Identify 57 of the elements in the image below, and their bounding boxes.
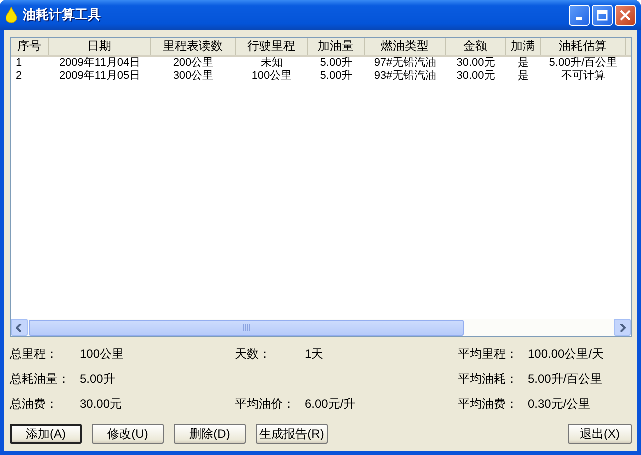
toolbar-button[interactable]: 修改(U): [92, 424, 164, 444]
table-cell-text: 30.00元: [456, 70, 496, 83]
column-header[interactable]: 行驶里程: [236, 38, 308, 55]
toolbar-button[interactable]: 生成报告(R): [256, 424, 328, 444]
table-cell-text: 5.00升: [319, 57, 354, 70]
stat-value: 100.00公里/天: [528, 346, 606, 363]
stat-value: 30.00元: [80, 396, 124, 413]
scroll-thumb[interactable]: [29, 320, 464, 336]
table-cell-text: 200公里: [172, 57, 215, 70]
close-icon[interactable]: [615, 4, 636, 26]
column-header[interactable]: 加油量: [308, 38, 365, 55]
stat-label: 平均油耗：: [458, 371, 519, 388]
table-cell-text: 2009年11月04日: [58, 57, 142, 70]
table-cell-text: 100公里: [250, 70, 294, 83]
table-cell-text: 5.00升/百公里: [548, 57, 619, 70]
column-header[interactable]: 加满: [506, 38, 541, 55]
stat-value: 0.30元/公里: [528, 396, 592, 413]
column-header[interactable]: 金额: [446, 38, 506, 55]
column-header[interactable]: 里程表读数: [151, 38, 236, 55]
maximize-icon[interactable]: [592, 4, 613, 26]
stat-label: 总里程：: [10, 346, 59, 363]
stat-label: 天数：: [235, 346, 272, 363]
table-cell-text: 93#无铅汽油: [373, 70, 438, 83]
table-cell-text: 5.00升: [319, 70, 354, 83]
column-header[interactable]: 序号: [11, 38, 49, 55]
scroll-right-icon[interactable]: [614, 319, 631, 336]
droplet-icon: [6, 7, 17, 23]
table-cell-text: 是: [517, 57, 530, 70]
stat-label: 平均里程：: [458, 346, 519, 363]
horizontal-scrollbar[interactable]: [11, 319, 631, 336]
toolbar-button[interactable]: 退出(X): [568, 424, 632, 444]
toolbar-button[interactable]: 删除(D): [174, 424, 246, 444]
column-header[interactable]: 日期: [49, 38, 151, 55]
table-cell-text: 300公里: [172, 70, 215, 83]
table-cell-text: 97#无铅汽油: [373, 57, 438, 70]
stat-value: 100公里: [80, 346, 126, 363]
table-cell-text: 不可计算: [560, 70, 606, 83]
stat-value: 6.00元/升: [305, 396, 357, 413]
stat-label: 平均油费：: [458, 396, 519, 413]
stat-value: 5.00升/百公里: [528, 371, 604, 388]
scroll-left-icon[interactable]: [11, 319, 28, 336]
stat-value: 5.00升: [80, 371, 116, 388]
toolbar-button[interactable]: 添加(A): [10, 424, 82, 444]
column-header[interactable]: 油耗估算: [541, 38, 626, 55]
minimize-icon[interactable]: [569, 4, 590, 26]
table-cell-text: 未知: [260, 57, 284, 70]
stat-value: 1天: [305, 346, 325, 363]
table-cell-text: 1: [15, 57, 24, 70]
stat-label: 平均油价：: [235, 396, 296, 413]
table-cell-text: 是: [517, 70, 530, 83]
window-title: 油耗计算工具: [23, 6, 102, 24]
stat-label: 总油费：: [10, 396, 59, 413]
table-cell-text: 2009年11月05日: [58, 70, 142, 83]
column-header[interactable]: 燃油类型: [365, 38, 446, 55]
table-cell-text: 2: [15, 70, 24, 83]
table-cell-text: 30.00元: [456, 57, 496, 70]
stat-label: 总耗油量：: [10, 371, 71, 388]
